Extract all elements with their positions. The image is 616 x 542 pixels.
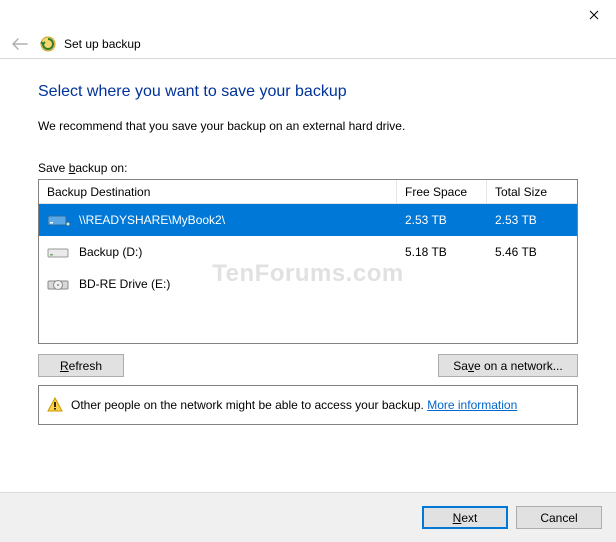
column-destination[interactable]: Backup Destination <box>39 180 397 203</box>
action-row: Refresh Save on a network... <box>38 354 578 377</box>
close-icon <box>589 10 599 20</box>
column-total-size[interactable]: Total Size <box>487 180 577 203</box>
optical-drive-icon <box>47 276 71 292</box>
destination-name: Backup (D:) <box>79 245 142 259</box>
app-icon <box>40 36 56 52</box>
back-arrow-icon <box>11 37 29 51</box>
hdd-icon <box>47 244 71 260</box>
save-on-network-button[interactable]: Save on a network... <box>438 354 578 377</box>
back-button[interactable] <box>8 32 32 56</box>
free-space: 2.53 TB <box>397 213 487 227</box>
recommendation-text: We recommend that you save your backup o… <box>38 119 578 133</box>
list-item[interactable]: Backup (D:) 5.18 TB 5.46 TB <box>39 236 577 268</box>
list-header: Backup Destination Free Space Total Size <box>39 180 577 204</box>
list-item[interactable]: \\READYSHARE\MyBook2\ 2.53 TB 2.53 TB <box>39 204 577 236</box>
cancel-button[interactable]: Cancel <box>516 506 602 529</box>
next-button[interactable]: Next <box>422 506 508 529</box>
warning-icon <box>47 397 63 413</box>
column-free-space[interactable]: Free Space <box>397 180 487 203</box>
destination-name: BD-RE Drive (E:) <box>79 277 170 291</box>
header-row: Set up backup <box>0 30 616 58</box>
total-size: 2.53 TB <box>487 213 577 227</box>
free-space: 5.18 TB <box>397 245 487 259</box>
destination-list[interactable]: Backup Destination Free Space Total Size… <box>38 179 578 344</box>
network-drive-icon <box>47 212 71 228</box>
info-text: Other people on the network might be abl… <box>71 398 517 412</box>
close-button[interactable] <box>571 0 616 30</box>
destination-name: \\READYSHARE\MyBook2\ <box>79 213 225 227</box>
page-heading: Select where you want to save your backu… <box>38 83 578 101</box>
save-backup-label: Save backup on: <box>38 161 578 175</box>
footer: Next Cancel <box>0 492 616 542</box>
title-bar <box>0 0 616 30</box>
info-box: Other people on the network might be abl… <box>38 385 578 425</box>
window-title: Set up backup <box>64 37 141 51</box>
total-size: 5.46 TB <box>487 245 577 259</box>
dialog-body: Select where you want to save your backu… <box>0 58 616 492</box>
more-information-link[interactable]: More information <box>427 398 517 412</box>
refresh-button[interactable]: Refresh <box>38 354 124 377</box>
list-item[interactable]: BD-RE Drive (E:) <box>39 268 577 300</box>
